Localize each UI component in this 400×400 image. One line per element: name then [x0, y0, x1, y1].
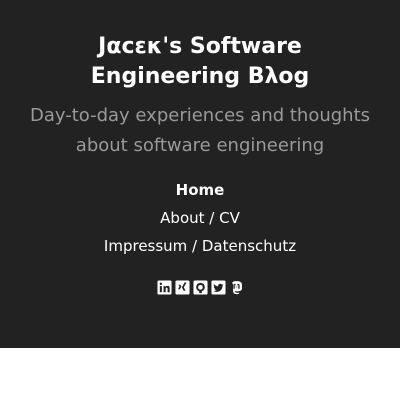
twitter-icon	[210, 280, 226, 295]
nav-item-about: About / CV	[0, 207, 400, 235]
linkedin-link[interactable]	[156, 280, 172, 295]
nav-link-home[interactable]: Home	[176, 181, 225, 199]
xing-link[interactable]	[174, 280, 190, 295]
nav-item-home: Home	[0, 179, 400, 207]
github-icon	[192, 280, 208, 295]
linkedin-icon	[156, 280, 172, 295]
mastodon-link[interactable]	[229, 280, 244, 295]
site-header: Jαcεκ's Software Engineering Bλog Day-to…	[0, 0, 400, 348]
github-link[interactable]	[192, 280, 208, 295]
twitter-link[interactable]	[210, 280, 226, 295]
xing-icon	[174, 280, 190, 295]
nav-link-about[interactable]: About / CV	[160, 209, 240, 227]
mastodon-icon	[231, 281, 242, 295]
main-nav: Home About / CV Impressum / Datenschutz	[0, 179, 400, 263]
nav-link-impressum[interactable]: Impressum / Datenschutz	[104, 237, 296, 255]
site-title[interactable]: Jαcεκ's Software Engineering Bλog	[20, 32, 380, 92]
nav-item-impressum: Impressum / Datenschutz	[0, 235, 400, 263]
site-tagline: Day-to-day experiences and thoughts abou…	[29, 105, 371, 156]
social-links	[0, 280, 400, 296]
